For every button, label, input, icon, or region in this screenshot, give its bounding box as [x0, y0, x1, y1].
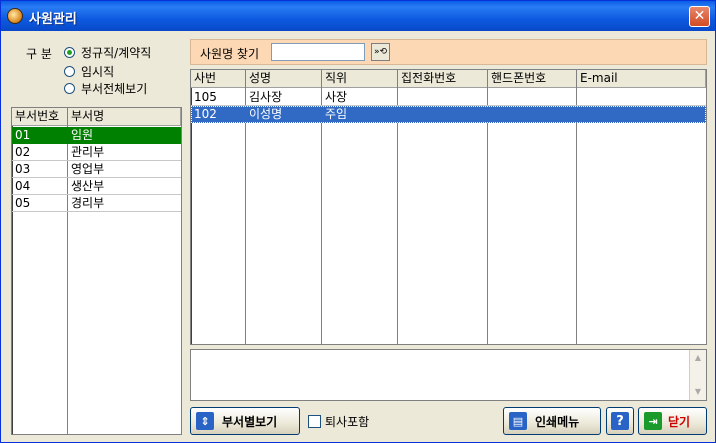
- table-row[interactable]: 03 영업부: [12, 161, 181, 178]
- radio-label: 부서전체보기: [81, 81, 148, 96]
- help-button[interactable]: ?: [606, 407, 634, 435]
- dept-code-cell: 04: [15, 179, 31, 193]
- include-retired-label[interactable]: 퇴사포함: [325, 413, 369, 430]
- table-row[interactable]: 102 이성명 주임: [191, 106, 706, 123]
- position-cell: 주임: [325, 107, 348, 121]
- mobile-phone-cell: [488, 106, 576, 123]
- name-cell: 김사장: [249, 90, 283, 104]
- emp-no-cell: 105: [194, 90, 217, 104]
- scroll-down-icon[interactable]: ▼: [692, 386, 704, 398]
- close-label: 닫기: [668, 414, 691, 429]
- scroll-up-icon[interactable]: ▲: [692, 352, 704, 364]
- radio-temporary[interactable]: 임시직: [64, 63, 114, 79]
- search-label: 사원명 찾기: [200, 47, 260, 61]
- dept-code-cell: 03: [15, 162, 31, 176]
- memo-text: [191, 350, 706, 356]
- column-header-name[interactable]: 성명: [246, 70, 322, 88]
- print-menu-label: 인쇄메뉴: [535, 414, 580, 429]
- help-icon: ?: [611, 412, 629, 430]
- dept-name-cell: 생산부: [71, 179, 105, 193]
- radio-label: 임시직: [81, 64, 115, 79]
- dept-name-cell: 임원: [71, 128, 94, 142]
- employee-search-bar: 사원명 찾기 »⟲: [190, 39, 707, 65]
- column-header-dept-name[interactable]: 부서명: [68, 108, 181, 126]
- emp-no-cell: 102: [194, 107, 217, 121]
- close-button[interactable]: ⇥ 닫기: [638, 407, 707, 435]
- column-header-email[interactable]: E-mail: [577, 70, 706, 88]
- title-bar[interactable]: 사원관리 ✕: [1, 1, 715, 31]
- radio-all-departments[interactable]: 부서전체보기: [64, 80, 147, 96]
- include-retired-checkbox[interactable]: [308, 415, 321, 428]
- printer-icon: ▤: [509, 412, 527, 430]
- table-row[interactable]: 05 경리부: [12, 195, 181, 212]
- memo-textarea[interactable]: ▲ ▼: [190, 349, 707, 401]
- radio-label: 정규직/계약직: [81, 45, 152, 60]
- table-row[interactable]: 04 생산부: [12, 178, 181, 195]
- email-cell: [577, 89, 706, 106]
- column-header-dept-code[interactable]: 부서번호: [12, 108, 68, 126]
- name-cell: 이성명: [249, 107, 283, 121]
- radio-button[interactable]: [64, 82, 75, 94]
- dept-code-cell: 05: [15, 196, 31, 210]
- employee-name-search-input[interactable]: [271, 43, 365, 61]
- category-filter: 구 분 정규직/계약직 임시직 부서전체보기: [10, 39, 182, 100]
- department-list: 부서번호 부서명 01 임원 02 관리부 03 영업부 04 생산부 05 경…: [11, 107, 182, 435]
- dept-code-cell: 01: [15, 128, 31, 142]
- app-icon: [7, 8, 23, 24]
- employee-grid: 사번 성명 직위 집전화번호 핸드폰번호 E-mail 105 김사장 사장 1…: [190, 69, 707, 345]
- employee-management-window: 사원관리 ✕ 구 분 정규직/계약직 임시직 부서전체보기 부서번호 부서명 0…: [0, 0, 716, 443]
- table-row[interactable]: 02 관리부: [12, 144, 181, 161]
- radio-button[interactable]: [64, 65, 75, 77]
- view-by-department-label: 부서별보기: [222, 414, 278, 429]
- close-window-button[interactable]: ✕: [689, 6, 710, 27]
- home-phone-cell: [398, 89, 487, 106]
- print-menu-button[interactable]: ▤ 인쇄메뉴: [503, 407, 601, 435]
- radio-button[interactable]: [64, 46, 75, 58]
- table-row[interactable]: 01 임원: [12, 127, 181, 144]
- dept-name-cell: 영업부: [71, 162, 105, 176]
- table-row[interactable]: 105 김사장 사장: [191, 89, 706, 106]
- search-go-icon[interactable]: »⟲: [371, 43, 390, 61]
- memo-scrollbar[interactable]: ▲ ▼: [689, 350, 706, 400]
- position-cell: 사장: [325, 90, 348, 104]
- radio-regular-contract[interactable]: 정규직/계약직: [64, 44, 151, 60]
- column-header-home-phone[interactable]: 집전화번호: [398, 70, 488, 88]
- dept-name-cell: 경리부: [71, 196, 105, 210]
- view-by-department-button[interactable]: ⇕ 부서별보기: [190, 407, 300, 435]
- home-phone-cell: [398, 106, 487, 123]
- window-title: 사원관리: [29, 12, 77, 27]
- mobile-phone-cell: [488, 89, 576, 106]
- column-header-emp-no[interactable]: 사번: [191, 70, 246, 88]
- column-header-position[interactable]: 직위: [322, 70, 398, 88]
- column-header-mobile-phone[interactable]: 핸드폰번호: [488, 70, 577, 88]
- email-cell: [577, 106, 706, 123]
- dept-name-cell: 관리부: [71, 145, 105, 159]
- category-label: 구 분: [26, 47, 52, 61]
- exit-icon: ⇥: [644, 412, 662, 430]
- swap-arrows-icon: ⇕: [196, 412, 214, 430]
- dept-code-cell: 02: [15, 145, 31, 159]
